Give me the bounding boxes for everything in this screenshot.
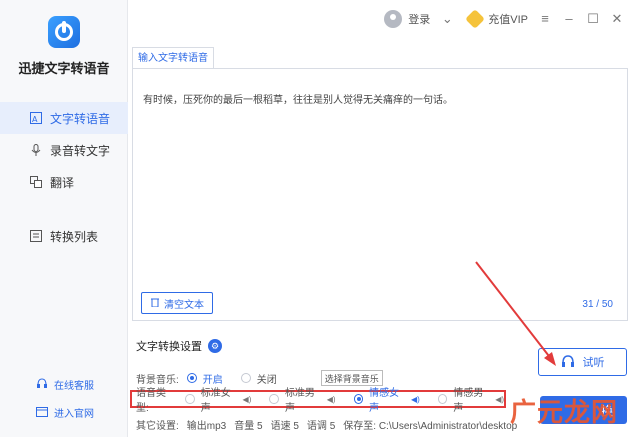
voice-standard-male-radio[interactable]: 标准男声 ◀): [269, 384, 336, 414]
maximize-icon[interactable]: ☐: [586, 12, 600, 26]
sidebar-bottom-links: 在线客服 进入官网: [0, 370, 128, 426]
sidebar-item-translate[interactable]: 翻译: [0, 166, 128, 198]
sidebar-item-label: 录音转文字: [50, 143, 111, 158]
avatar[interactable]: [384, 10, 403, 28]
sidebar-item-label: 转换列表: [50, 229, 99, 244]
vip-diamond-icon: [465, 9, 486, 29]
website-icon: [36, 406, 48, 418]
trash-icon: [150, 297, 160, 310]
volume-setting[interactable]: 音量 5: [234, 417, 262, 432]
settings-title: 文字转换设置 ⚙: [136, 338, 222, 354]
clear-text-label: 清空文本: [164, 299, 204, 311]
watermark: 广元龙网: [510, 397, 619, 427]
sidebar-item-label: 文字转语音: [50, 111, 111, 126]
clear-text-button[interactable]: 清空文本: [141, 292, 213, 314]
minimize-icon[interactable]: –: [562, 12, 576, 26]
char-counter: 31 / 50: [582, 299, 613, 310]
online-service-label: 在线客服: [54, 380, 94, 392]
sidebar-item-speech-to-text[interactable]: 录音转文字: [0, 134, 128, 166]
save-path[interactable]: 保存至: C:\Users\Administrator\desktop: [343, 417, 517, 432]
radio-on-icon: [186, 373, 197, 383]
radio-off-icon: [240, 373, 251, 383]
login-link[interactable]: 登录: [408, 11, 430, 27]
text-to-speech-icon: A: [30, 112, 42, 124]
speaker-icon[interactable]: ◀): [411, 395, 420, 404]
voice-type-row: 语音类型: 标准女声 ◀) 标准男声 ◀) 情感女声 ◀) 情感男声 ◀): [130, 388, 506, 414]
editor-content[interactable]: 有时候，压死你的最后一根稻草，往往是别人觉得无关痛痒的一句话。: [143, 91, 453, 106]
gear-icon[interactable]: ⚙: [208, 339, 222, 353]
app-logo-icon: [48, 16, 80, 48]
voice-emotional-female-radio[interactable]: 情感女声 ◀): [353, 384, 420, 414]
svg-text:A: A: [32, 115, 38, 124]
listen-button[interactable]: 试听: [538, 348, 627, 376]
list-icon: [30, 230, 42, 242]
text-editor[interactable]: 有时候，压死你的最后一根稻草，往往是别人觉得无关痛痒的一句话。 清空文本 31 …: [132, 69, 628, 321]
speaker-icon[interactable]: ◀): [495, 395, 504, 404]
pitch-setting[interactable]: 语调 5: [307, 417, 335, 432]
other-settings-label: 其它设置:: [136, 421, 179, 432]
speaker-icon[interactable]: ◀): [243, 395, 252, 404]
app-name: 迅捷文字转语音: [18, 61, 110, 76]
listen-label: 试听: [582, 357, 605, 369]
voice-standard-female-radio[interactable]: 标准女声 ◀): [185, 384, 251, 414]
sidebar-item-label: 翻译: [50, 175, 75, 190]
speaker-icon[interactable]: ◀): [327, 395, 336, 404]
website-label: 进入官网: [54, 408, 94, 420]
recharge-vip-link[interactable]: 充值VIP: [488, 11, 528, 27]
other-settings-row: 其它设置: 输出mp3 音量 5 语速 5 语调 5 保存至: C:\Users…: [136, 417, 525, 432]
headphones-icon: [561, 354, 575, 371]
top-bar: 登录 ⌄ 充值VIP ≡ – ☐ ✕: [128, 0, 640, 40]
translate-icon: [30, 176, 42, 188]
voice-emotional-male-radio[interactable]: 情感男声 ◀): [437, 384, 504, 414]
microphone-icon: [30, 144, 42, 156]
website-link[interactable]: 进入官网: [0, 398, 128, 426]
sidebar-item-conversion-list[interactable]: 转换列表: [0, 220, 128, 252]
sidebar: 迅捷文字转语音 A 文字转语音 录音转文字 翻译 转换列表 在线客服 进入官网: [0, 0, 128, 437]
sidebar-nav: A 文字转语音 录音转文字 翻译 转换列表: [0, 102, 128, 252]
output-format[interactable]: 输出mp3: [187, 417, 226, 432]
headset-icon: [36, 378, 48, 390]
voice-type-label: 语音类型:: [136, 388, 166, 414]
chevron-down-icon[interactable]: ⌄: [440, 12, 454, 26]
tab-input-text[interactable]: 输入文字转语音: [132, 47, 214, 69]
sidebar-item-text-to-speech[interactable]: A 文字转语音: [0, 102, 128, 134]
online-service-link[interactable]: 在线客服: [0, 370, 128, 398]
speed-setting[interactable]: 语速 5: [271, 417, 299, 432]
close-icon[interactable]: ✕: [610, 12, 624, 26]
menu-icon[interactable]: ≡: [538, 12, 552, 26]
